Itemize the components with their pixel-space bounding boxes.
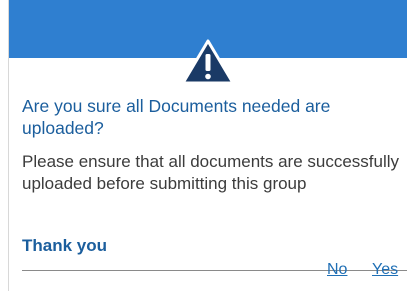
dialog-thanks: Thank you bbox=[22, 236, 108, 255]
dialog-message: Please ensure that all documents are suc… bbox=[22, 152, 400, 193]
yes-button[interactable]: Yes bbox=[372, 259, 398, 281]
dialog-title: Are you sure all Documents needed are up… bbox=[22, 96, 331, 138]
dialog-divider bbox=[22, 270, 407, 271]
confirmation-dialog: Are you sure all Documents needed are up… bbox=[0, 0, 407, 291]
no-button[interactable]: No bbox=[327, 259, 347, 281]
warning-triangle-icon bbox=[181, 39, 235, 85]
